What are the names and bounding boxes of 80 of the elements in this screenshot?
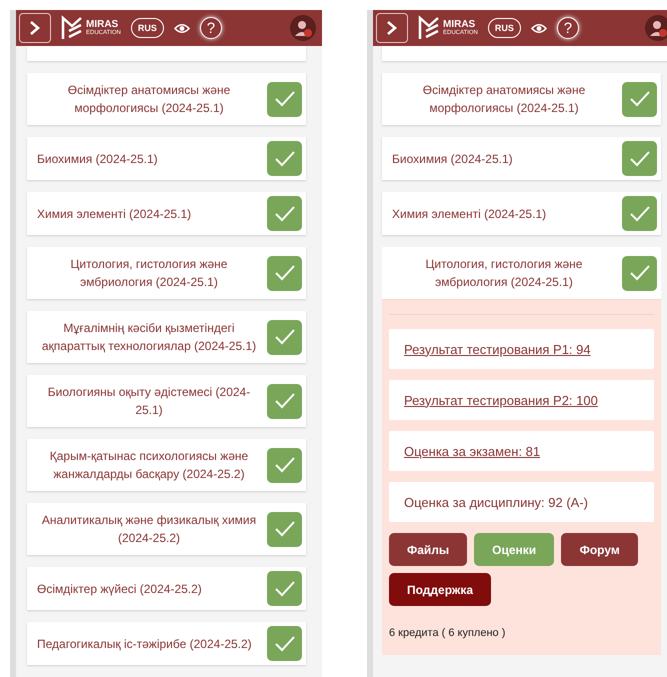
course-card[interactable]: Биологияны оқыту әдістемесі (2024-25.1) [27,375,306,427]
course-title[interactable]: Цитология, гистология және эмбриология (2024-25.1) [392,255,616,291]
checkmark-icon [274,264,296,282]
checkbox[interactable] [622,196,657,231]
user-avatar-icon[interactable] [290,15,316,41]
course-title[interactable]: Өсімдіктер жүйесі (2024-25.2) [37,580,202,598]
course-card[interactable]: Педагогикалық іс-тәжірибе (2024-25.2) [27,622,306,665]
logo-title: MIRAS [443,20,476,30]
checkbox[interactable] [267,141,302,176]
course-title[interactable]: Биохимия (2024-25.1) [392,150,513,168]
checkbox[interactable] [267,196,302,231]
sidebar-toggle-button[interactable] [376,13,408,43]
course-card[interactable]: Өсімдіктер анатомиясы және морфологиясы (2024-25.1) [27,73,306,125]
course-title[interactable]: Мұғалімнің кәсіби қызметіндегі ақпараттық технологиялар (2024-25.1) [37,319,261,355]
course-card[interactable]: Химия элементі (2024-25.1) [382,192,661,235]
checkmark-icon [628,150,650,168]
course-title[interactable]: Өсімдіктер анатомиясы және морфологиясы (2024-25.1) [37,81,261,117]
result-text: Оценка за дисциплину: 92 (А-) [404,494,588,510]
course-title[interactable]: Биохимия (2024-25.1) [37,150,158,168]
result-link[interactable]: Результат тестирования Р1: 94 [404,342,591,356]
chevron-right-icon [28,20,42,36]
user-avatar-icon[interactable] [645,15,667,41]
chevron-right-icon [385,20,399,36]
course-title[interactable]: Өсімдіктер анатомиясы және морфологиясы (2024-25.1) [392,81,616,117]
course-card[interactable]: Мұғалімнің кәсіби қызметіндегі ақпараттық технологиялар (2024-25.1) [27,311,306,363]
checkmark-icon [274,328,296,346]
course-title[interactable]: Цитология, гистология және эмбриология (2024-25.1) [37,255,261,291]
action-button[interactable]: Поддержка [389,573,492,606]
course-card[interactable]: Қарым-қатынас психологиясы және жанжалдарды басқару (2024-25.2) [27,439,306,491]
checkmark-icon [274,90,296,108]
checkbox[interactable] [267,384,302,418]
result-link[interactable]: Оценка за экзамен: 81 [404,444,540,458]
course-card[interactable]: Цитология, гистология және эмбриология (2024-25.1) [27,247,306,299]
checkbox[interactable] [622,82,657,116]
eye-icon[interactable] [530,22,547,34]
course-title[interactable]: Аналитикалық және физикалық химия (2024-25.2) [37,511,261,547]
checkbox[interactable] [267,571,302,606]
help-button[interactable]: ? [200,17,222,39]
checkbox[interactable] [267,256,302,290]
checkmark-icon [274,150,296,168]
checkmark-icon [274,580,296,598]
checkmark-icon [274,456,296,474]
checkbox[interactable] [267,82,302,116]
course-title[interactable]: Қарым-қатынас психологиясы және жанжалдарды басқару (2024-25.2) [37,447,261,483]
course-card[interactable]: Цитология, гистология және эмбриология (2024-25.1) [382,247,661,300]
course-title[interactable]: Педагогикалық іс-тәжірибе (2024-25.2) [37,634,252,652]
checkbox[interactable] [267,626,302,661]
checkmark-icon [628,264,650,282]
course-card[interactable]: Өсімдіктер жүйесі (2024-25.2) [27,567,306,610]
checkmark-icon [274,204,296,222]
checkbox[interactable] [267,512,302,546]
logo-icon [418,15,440,41]
checkmark-icon [274,634,296,652]
course-card[interactable]: Биохимия (2024-25.1) [382,137,661,180]
checkmark-icon [628,90,650,108]
logo-icon [61,15,83,41]
credits-text: 6 кредита ( 6 куплено ) [389,626,506,639]
checkbox[interactable] [267,448,302,482]
course-title[interactable]: Химия элементі (2024-25.1) [37,204,192,222]
language-button[interactable]: RUS [488,18,521,38]
action-button[interactable]: Форум [561,533,638,566]
course-card[interactable]: Аналитикалық және физикалық химия (2024-25.2) [27,503,306,555]
checkmark-icon [274,520,296,538]
checkmark-icon [628,204,650,222]
result-link[interactable]: Результат тестирования Р2: 100 [404,392,598,408]
course-card[interactable]: Өсімдіктер анатомиясы және морфологиясы (2024-25.1) [382,73,661,125]
eye-icon[interactable] [174,22,190,34]
language-button[interactable]: RUS [130,18,164,38]
logo-title: MIRAS [86,20,118,30]
checkmark-icon [274,392,296,410]
course-title[interactable]: Биологияны оқыту әдістемесі (2024-25.1) [37,383,261,419]
action-button[interactable]: Файлы [389,533,468,566]
checkbox[interactable] [622,141,657,176]
checkbox[interactable] [267,320,302,354]
help-button[interactable]: ? [556,17,579,39]
course-title[interactable]: Химия элементі (2024-25.1) [392,204,546,222]
sidebar-toggle-button[interactable] [19,13,51,43]
course-card[interactable]: Биохимия (2024-25.1) [27,137,306,180]
checkbox[interactable] [622,256,657,290]
course-card[interactable]: Химия элементі (2024-25.1) [27,192,306,235]
